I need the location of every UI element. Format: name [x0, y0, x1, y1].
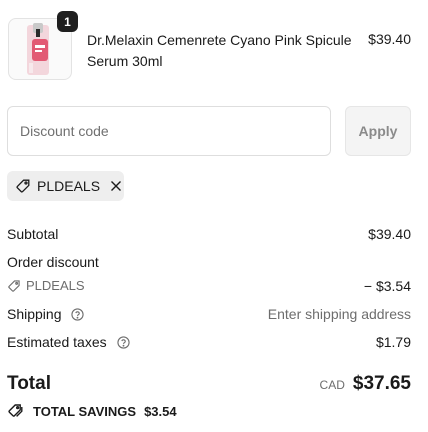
- tags-icon: [7, 403, 25, 419]
- apply-button[interactable]: Apply: [345, 106, 411, 156]
- total-amount-group: CAD $37.65: [320, 373, 411, 395]
- taxes-value: $1.79: [375, 334, 411, 350]
- discount-code-input[interactable]: [7, 106, 331, 156]
- quantity-badge: 1: [57, 11, 78, 32]
- subtotal-row: Subtotal $39.40: [7, 225, 411, 243]
- total-savings: TOTAL SAVINGS $3.54: [7, 403, 177, 419]
- product-price: $39.40: [368, 31, 411, 47]
- tag-icon: [7, 279, 21, 293]
- currency-code: CAD: [319, 378, 345, 392]
- order-discount-value: − $3.54: [363, 278, 411, 294]
- tag-icon: [15, 178, 31, 194]
- order-discount-label: Order discount: [7, 254, 99, 270]
- savings-value: $3.54: [144, 403, 177, 419]
- order-discount-code: PLDEALS: [26, 278, 85, 293]
- savings-label: TOTAL SAVINGS: [33, 403, 137, 419]
- shipping-label: Shipping: [7, 306, 62, 322]
- taxes-label: Estimated taxes: [7, 334, 107, 350]
- applied-discount-code: PLDEALS: [37, 178, 101, 194]
- help-circle-icon[interactable]: [116, 336, 130, 349]
- shipping-row: Shipping Enter shipping address: [7, 305, 411, 323]
- subtotal-value: $39.40: [368, 226, 411, 242]
- applied-discount-chip: PLDEALS: [7, 171, 124, 201]
- order-discount-code-row: PLDEALS − $3.54: [7, 277, 411, 295]
- total-amount: $37.65: [352, 373, 411, 394]
- order-discount-row: Order discount: [7, 253, 411, 271]
- close-icon[interactable]: [110, 180, 122, 192]
- shipping-value: Enter shipping address: [267, 306, 411, 322]
- taxes-row: Estimated taxes $1.79: [7, 333, 411, 351]
- help-circle-icon[interactable]: [71, 308, 85, 321]
- product-name: Dr.Melaxin Cemenrete Cyano Pink Spicule …: [87, 32, 352, 69]
- subtotal-label: Subtotal: [7, 226, 59, 242]
- total-label: Total: [7, 373, 51, 394]
